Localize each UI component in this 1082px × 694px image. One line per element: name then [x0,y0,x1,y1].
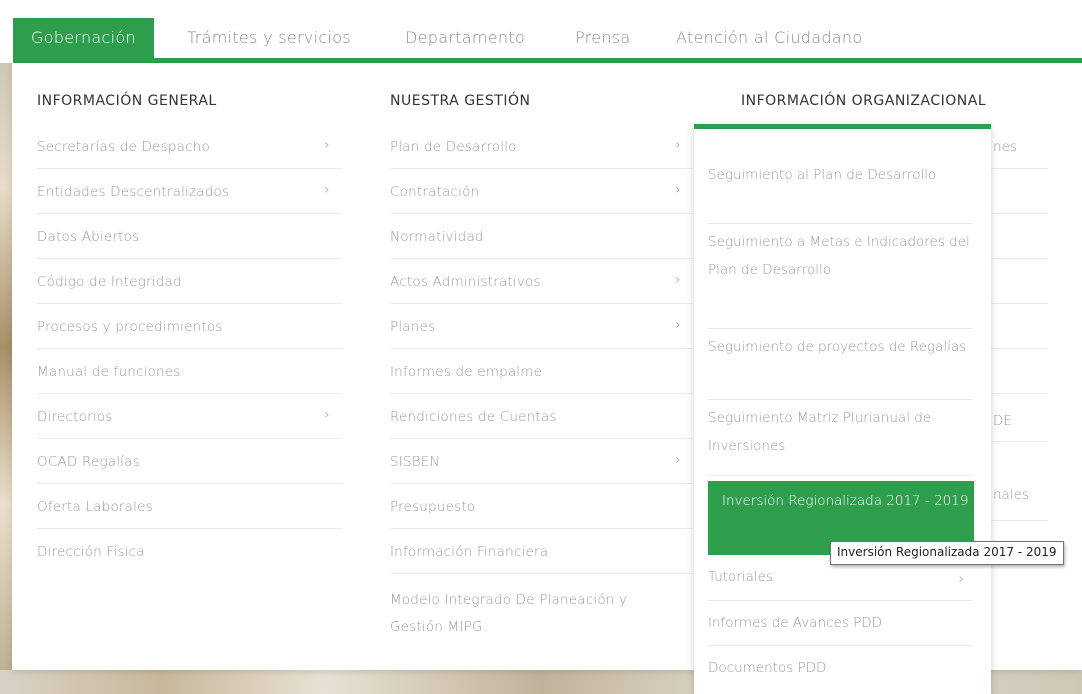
menu-item-codigo-integridad[interactable]: Código de Integridad [37,260,342,304]
chevron-right-icon: › [675,137,681,153]
menu-item-actos-administrativos[interactable]: Actos Administrativos › [390,260,693,304]
divider [990,258,1048,259]
menu-item-contratacion[interactable]: Contratación › [390,170,693,214]
menu-item-partial-text[interactable]: nales [993,487,1029,503]
menu-item-label: Contratación [390,184,480,200]
divider [990,520,1048,521]
divider [990,441,1048,442]
menu-item-label: Manual de funciones [37,364,181,380]
nav-tramites-servicios[interactable]: Trámites y servicios [187,18,351,58]
menu-item-oferta-laborales[interactable]: Oferta Laborales [37,485,342,529]
chevron-right-icon: › [324,137,330,153]
divider [990,393,1048,394]
submenu-item-label: Documentos PDD [708,660,827,676]
background-image [0,63,12,694]
menu-item-datos-abiertos[interactable]: Datos Abiertos [37,215,342,259]
submenu-item-tutoriales[interactable]: Tutoriales › [708,561,972,601]
menu-item-partial-text[interactable]: nes [993,139,1017,155]
column-title-informacion-organizacional: INFORMACIÓN ORGANIZACIONAL [741,93,987,109]
menu-item-label: Presupuesto [390,499,476,515]
chevron-right-icon: › [324,182,330,198]
menu-item-informes-empalme[interactable]: Informes de empalme [390,350,693,394]
submenu-item-proyectos-regalias[interactable]: Seguimiento de proyectos de Regalías [708,329,972,400]
menu-item-label: Normatividad [390,229,484,245]
menu-item-procesos[interactable]: Procesos y procedimientos [37,305,342,349]
menu-item-label: Secretarías de Despacho [37,139,210,155]
submenu-flyout: Seguimiento al Plan de Desarrollo Seguim… [694,124,991,694]
menu-item-label: Datos Abiertos [37,229,140,245]
menu-item-label: Oferta Laborales [37,499,153,515]
menu-item-informacion-financiera[interactable]: Información Financiera [390,530,693,574]
nav-prensa[interactable]: Prensa [575,18,631,58]
submenu-item-seguimiento-plan[interactable]: Seguimiento al Plan de Desarrollo [708,157,972,224]
chevron-right-icon: › [675,182,681,198]
nav-gobernacion[interactable]: Gobernación [13,18,154,58]
top-navigation: Gobernación Trámites y servicios Departa… [0,0,1082,66]
column-title-informacion-general: INFORMACIÓN GENERAL [37,93,217,109]
nav-departamento[interactable]: Departamento [405,18,525,58]
submenu-item-documentos-pdd[interactable]: Documentos PDD [708,646,972,691]
submenu-item-label: Seguimiento Matriz Plurianual de Inversi… [708,410,932,454]
menu-item-label: Información Financiera [390,544,549,560]
menu-item-label: Planes [390,319,436,335]
menu-item-direccion-fisica[interactable]: Dirección Física [37,530,342,574]
submenu-item-seguimiento-metas[interactable]: Seguimiento a Metas e Indicadores del Pl… [708,224,972,329]
chevron-right-icon: › [958,571,964,587]
tooltip: Inversión Regionalizada 2017 - 2019 [830,541,1064,565]
menu-item-label: Directorios [37,409,113,425]
divider [990,303,1048,304]
menu-item-label: Plan de Desarrollo [390,139,517,155]
menu-item-sisben[interactable]: SISBEN › [390,440,693,484]
submenu-item-label: Seguimiento de proyectos de Regalías [708,339,967,355]
menu-item-label: Entidades Descentralizados [37,184,230,200]
menu-item-normatividad[interactable]: Normatividad [390,215,693,259]
submenu-item-informes-avances[interactable]: Informes de Avances PDD [708,601,972,646]
menu-item-label: Dirección Física [37,544,145,560]
chevron-right-icon: › [675,272,681,288]
menu-item-presupuesto[interactable]: Presupuesto [390,485,693,529]
menu-item-label: SISBEN [390,454,440,470]
menu-item-label: OCAD Regalías [37,454,140,470]
menu-item-secretarias[interactable]: Secretarías de Despacho › [37,125,342,169]
menu-item-planes[interactable]: Planes › [390,305,693,349]
menu-item-mipg[interactable]: Modelo Integrado De Planeación y Gestión… [390,575,693,645]
menu-item-label: Actos Administrativos [390,274,541,290]
chevron-right-icon: › [675,317,681,333]
menu-item-entidades[interactable]: Entidades Descentralizados › [37,170,342,214]
divider [990,348,1048,349]
menu-item-manual-funciones[interactable]: Manual de funciones [37,350,342,394]
divider [990,213,1048,214]
submenu-item-label: Tutoriales [708,569,773,585]
menu-item-ocad-regalias[interactable]: OCAD Regalías [37,440,342,484]
submenu-item-label: Seguimiento a Metas e Indicadores del Pl… [708,234,970,278]
submenu-item-label: Informes de Avances PDD [708,615,883,631]
menu-item-plan-desarrollo[interactable]: Plan de Desarrollo › [390,125,693,169]
menu-item-rendiciones-cuentas[interactable]: Rendiciones de Cuentas [390,395,693,439]
menu-item-partial-text[interactable]: DE [993,413,1012,429]
chevron-right-icon: › [324,407,330,423]
menu-item-label: Rendiciones de Cuentas [390,409,557,425]
menu-item-label: Informes de empalme [390,364,543,380]
menu-item-label: Procesos y procedimientos [37,319,223,335]
menu-item-label: Modelo Integrado De Planeación y Gestión… [390,592,628,635]
submenu-item-matriz-plurianual[interactable]: Seguimiento Matriz Plurianual de Inversi… [708,400,972,476]
submenu-item-label: Seguimiento al Plan de Desarrollo [708,167,937,183]
submenu-item-label: Inversión Regionalizada 2017 - 2019 [722,493,969,509]
column-title-nuestra-gestion: NUESTRA GESTIÓN [390,93,531,109]
chevron-right-icon: › [675,452,681,468]
divider [990,168,1048,169]
menu-item-directorios[interactable]: Directorios › [37,395,342,439]
nav-atencion-ciudadano[interactable]: Atención al Ciudadano [676,18,862,58]
menu-item-label: Código de Integridad [37,274,182,290]
